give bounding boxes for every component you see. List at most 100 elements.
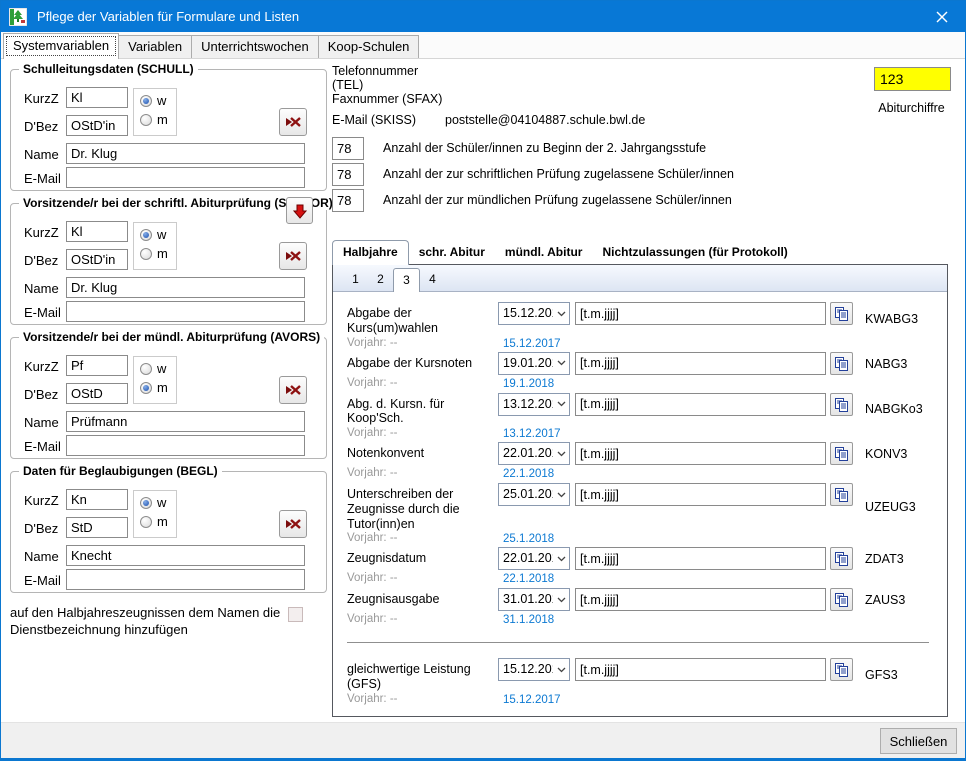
date-combobox[interactable]: 15.12.2017	[498, 302, 570, 325]
copy-icon	[834, 446, 849, 461]
date-combobox[interactable]: 22.01.2018	[498, 547, 570, 570]
radio-m[interactable]: m	[140, 246, 176, 261]
date-current-value: 22.1.2018	[498, 466, 826, 481]
dbez-label: D'Bez	[24, 253, 58, 268]
free-date-input[interactable]	[575, 588, 826, 611]
email-input[interactable]	[66, 167, 305, 188]
name-input[interactable]	[66, 411, 305, 432]
page-tab-halbjahre[interactable]: Halbjahre	[332, 240, 409, 265]
radio-w[interactable]: w	[140, 361, 176, 376]
radio-m[interactable]: m	[140, 112, 176, 127]
kurzz-input[interactable]	[66, 489, 128, 510]
date-row-label: Zeugnisausgabe	[347, 588, 498, 612]
schliessen-button[interactable]: Schließen	[880, 728, 957, 754]
date-row-label: Abgabe der Kurs(um)wahlen	[347, 302, 498, 336]
tab-unterrichtswochen[interactable]: Unterrichtswochen	[191, 35, 319, 58]
date-row: Zeugnisdatum Vorjahr: -- 22.01.2018 22.1…	[347, 547, 931, 586]
page-tab-nichtzulassungen-für-protokoll[interactable]: Nichtzulassungen (für Protokoll)	[592, 241, 797, 264]
subtab-2[interactable]: 2	[368, 268, 393, 291]
clear-button[interactable]	[279, 242, 307, 270]
radio-m[interactable]: m	[140, 380, 176, 395]
dbez-input[interactable]	[66, 383, 128, 404]
close-window-button[interactable]	[919, 1, 965, 32]
email-input[interactable]	[66, 435, 305, 456]
name-label: Name	[24, 147, 59, 162]
group-title: Schulleitungsdaten (SCHULL)	[19, 62, 198, 76]
radio-m[interactable]: m	[140, 514, 176, 529]
date-row: Abg. d. Kursn. für Koop'Sch. Vorjahr: --…	[347, 393, 931, 441]
date-combobox[interactable]: 15.12.2017	[498, 658, 570, 681]
free-date-input[interactable]	[575, 483, 826, 506]
radio-m-icon	[140, 248, 152, 260]
date-row-label: Abgabe der Kursnoten	[347, 352, 498, 376]
date-combobox-value: 22.01.2018	[499, 443, 553, 464]
free-date-input[interactable]	[575, 352, 826, 375]
name-input[interactable]	[66, 277, 305, 298]
radio-w-label: w	[157, 361, 166, 376]
date-row: Abgabe der Kursnoten Vorjahr: -- 19.01.2…	[347, 352, 931, 391]
copy-button[interactable]	[830, 393, 853, 416]
date-row-label: Notenkonvent	[347, 442, 498, 466]
abiturchiffre-input[interactable]	[874, 67, 951, 91]
radio-w[interactable]: w	[140, 495, 176, 510]
free-date-input[interactable]	[575, 658, 826, 681]
variable-code: UZEUG3	[863, 500, 931, 514]
contact-label: Faxnummer (SFAX)	[332, 92, 445, 106]
date-current-value: 25.1.2018	[498, 531, 826, 545]
clear-button[interactable]	[279, 510, 307, 538]
free-date-input[interactable]	[575, 442, 826, 465]
email-input[interactable]	[66, 301, 305, 322]
dbez-input[interactable]	[66, 517, 128, 538]
clear-button[interactable]	[279, 108, 307, 136]
count-input[interactable]	[332, 189, 364, 212]
page-tab-mündl-abitur[interactable]: mündl. Abitur	[495, 241, 593, 264]
name-label: Name	[24, 415, 59, 430]
dbez-input[interactable]	[66, 249, 128, 270]
tab-systemvariablen[interactable]: Systemvariablen	[3, 33, 119, 59]
copy-button[interactable]	[830, 483, 853, 506]
copy-button[interactable]	[830, 547, 853, 570]
tab-variablen[interactable]: Variablen	[118, 35, 192, 58]
radio-m-label: m	[157, 246, 168, 261]
radio-w-label: w	[157, 495, 166, 510]
tab-koop-schulen[interactable]: Koop-Schulen	[318, 35, 420, 58]
email-input[interactable]	[66, 569, 305, 590]
subtab-4[interactable]: 4	[420, 268, 445, 291]
free-date-input[interactable]	[575, 393, 826, 416]
free-date-input[interactable]	[575, 302, 826, 325]
name-input[interactable]	[66, 143, 305, 164]
kurzz-input[interactable]	[66, 221, 128, 242]
date-combobox[interactable]: 25.01.2018	[498, 483, 570, 506]
kurzz-input[interactable]	[66, 355, 128, 376]
name-input[interactable]	[66, 545, 305, 566]
radio-m-label: m	[157, 380, 168, 395]
date-combobox[interactable]: 13.12.2017	[498, 393, 570, 416]
chevron-down-icon	[553, 548, 569, 569]
date-combobox[interactable]: 31.01.2018	[498, 588, 570, 611]
copy-down-button[interactable]	[286, 197, 313, 224]
count-input[interactable]	[332, 163, 364, 186]
count-input[interactable]	[332, 137, 364, 160]
date-row-label: Unterschreiben der Zeugnisse durch die T…	[347, 483, 498, 531]
dbez-input[interactable]	[66, 115, 128, 136]
date-combobox[interactable]: 19.01.2018	[498, 352, 570, 375]
radio-w[interactable]: w	[140, 93, 176, 108]
kurzz-input[interactable]	[66, 87, 128, 108]
copy-button[interactable]	[830, 588, 853, 611]
page-tab-schr-abitur[interactable]: schr. Abitur	[409, 241, 495, 264]
copy-button[interactable]	[830, 302, 853, 325]
copy-button[interactable]	[830, 658, 853, 681]
vorjahr-label: Vorjahr: --	[347, 612, 498, 627]
contact-row: Telefonnummer (TEL)	[332, 67, 645, 88]
dienstbezeichnung-checkbox[interactable]	[288, 607, 303, 622]
copy-button[interactable]	[830, 442, 853, 465]
email-label: E-Mail	[24, 573, 61, 588]
date-combobox[interactable]: 22.01.2018	[498, 442, 570, 465]
free-date-input[interactable]	[575, 547, 826, 570]
radio-w[interactable]: w	[140, 227, 176, 242]
subtab-1[interactable]: 1	[343, 268, 368, 291]
subtab-3[interactable]: 3	[393, 268, 420, 292]
radio-w-icon	[140, 497, 152, 509]
clear-button[interactable]	[279, 376, 307, 404]
copy-button[interactable]	[830, 352, 853, 375]
